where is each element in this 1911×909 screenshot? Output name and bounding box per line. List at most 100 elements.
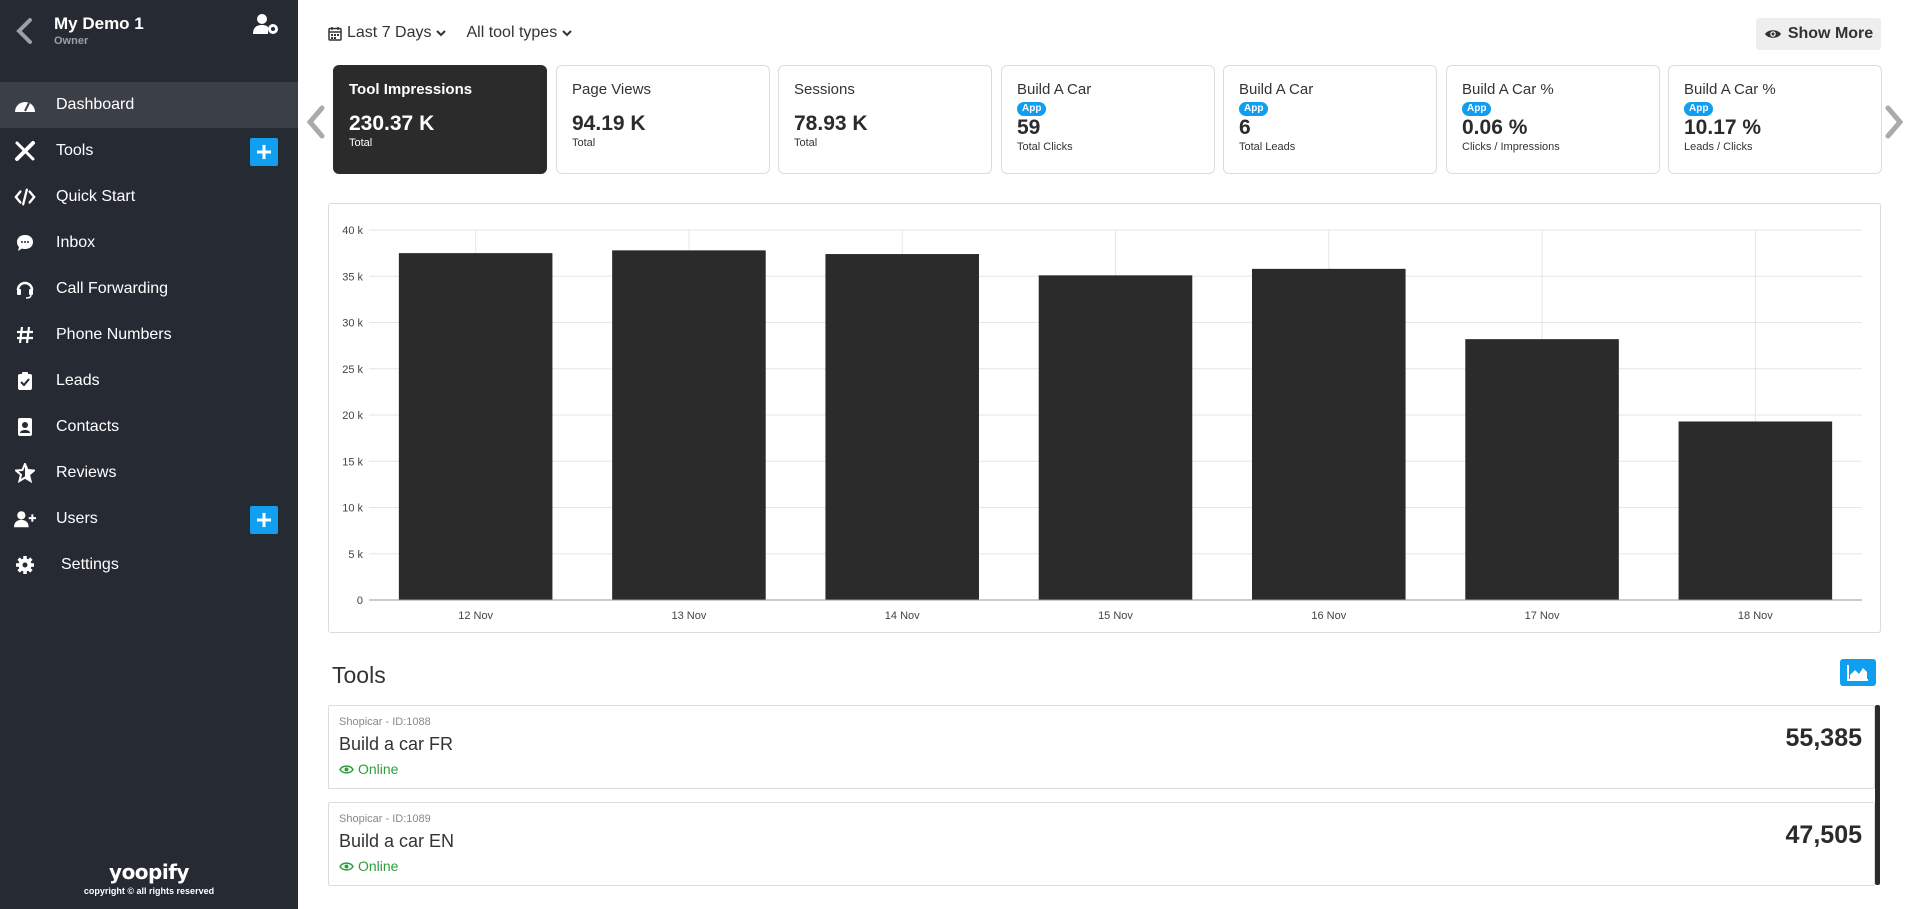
card-sublabel: Total	[572, 137, 596, 149]
tool-row[interactable]: Shopicar - ID:1088 Build a car FR Online 55…	[328, 705, 1875, 789]
x-tick-label: 16 Nov	[1311, 610, 1346, 622]
show-more-button[interactable]: Show More	[1756, 18, 1881, 50]
tool-meta: Shopicar - ID:1089	[339, 813, 431, 825]
metric-card[interactable]: Build A Car App 59 Total Clicks	[1001, 65, 1215, 174]
tool-name: Build a car EN	[339, 831, 455, 851]
card-sublabel: Clicks / Impressions	[1462, 141, 1560, 153]
carousel-prev-icon[interactable]	[306, 104, 326, 140]
tool-name: Build a car FR	[339, 734, 454, 754]
contact-book-icon	[14, 416, 36, 438]
sidebar-item-phone-numbers[interactable]: Phone Numbers	[0, 312, 298, 358]
app-badge: App	[1239, 102, 1269, 116]
user-settings-icon[interactable]	[252, 12, 280, 36]
date-range-dropdown[interactable]: Last 7 Days	[328, 24, 447, 42]
card-value: 230.37 K	[349, 112, 435, 135]
card-sublabel: Total Leads	[1239, 141, 1296, 153]
sms-icon	[14, 232, 36, 254]
metric-card[interactable]: Build A Car % App 0.06 % Clicks / Impressio…	[1446, 65, 1660, 174]
metric-card[interactable]: Sessions 78.93 K Total	[778, 65, 992, 174]
card-value: 78.93 K	[794, 112, 868, 135]
hashtag-icon	[14, 324, 36, 346]
sidebar-item-quick-start[interactable]: Quick Start	[0, 174, 298, 220]
metric-card[interactable]: Build A Car App 6 Total Leads	[1223, 65, 1437, 174]
sidebar-item-settings[interactable]: Settings	[0, 542, 298, 588]
back-arrow-icon[interactable]	[14, 18, 36, 44]
metric-card[interactable]: Tool Impressions 230.37 K Total	[333, 65, 547, 174]
sidebar-item-label: Tools	[56, 142, 94, 159]
card-sublabel: Total	[349, 137, 373, 149]
main-content: Last 7 Days All tool types Show More Too…	[298, 0, 1911, 909]
y-tick-label: 35 k	[342, 271, 363, 283]
y-tick-label: 15 k	[342, 456, 363, 468]
filters-bar: Last 7 Days All tool types	[328, 24, 572, 42]
card-label: Build A Car %	[1684, 81, 1776, 98]
sidebar-item-dashboard[interactable]: Dashboard	[0, 82, 298, 128]
clipboard-check-icon	[14, 370, 36, 392]
y-tick-label: 40 k	[342, 225, 363, 237]
account-name: My Demo 1	[54, 14, 144, 33]
x-tick-label: 12 Nov	[458, 610, 493, 622]
y-tick-label: 30 k	[342, 318, 363, 330]
app-badge: App	[1462, 102, 1492, 116]
scrollbar-thumb[interactable]	[1875, 705, 1880, 885]
tool-type-label: All tool types	[466, 24, 558, 41]
tool-status: Online	[339, 858, 398, 874]
sidebar-item-tools[interactable]: Tools	[0, 128, 298, 174]
gear-icon	[14, 554, 36, 576]
eye-icon	[339, 764, 354, 774]
y-tick-label: 0	[357, 595, 363, 607]
y-tick-label: 5 k	[348, 549, 363, 561]
card-value: 0.06 %	[1462, 116, 1528, 139]
sidebar-item-reviews[interactable]: Reviews	[0, 450, 298, 496]
card-sublabel: Total	[794, 137, 818, 149]
sidebar-item-label: Inbox	[56, 234, 96, 251]
add-user-button[interactable]	[250, 506, 278, 534]
yoopify-logo: yoopify	[109, 860, 189, 884]
sidebar-item-label: Reviews	[56, 464, 117, 481]
eye-icon	[339, 861, 354, 871]
sidebar-item-label: Phone Numbers	[56, 326, 172, 343]
chevron-down-icon	[436, 30, 447, 37]
chart-toggle-button[interactable]	[1840, 659, 1876, 686]
card-label: Build A Car	[1239, 81, 1314, 98]
tool-status-label: Online	[358, 858, 399, 874]
user-plus-icon	[14, 508, 36, 530]
card-value: 94.19 K	[572, 112, 646, 135]
sidebar-item-inbox[interactable]: Inbox	[0, 220, 298, 266]
app-badge: App	[1684, 102, 1714, 116]
tools-section-title: Tools	[332, 662, 386, 688]
y-tick-label: 10 k	[342, 503, 363, 515]
bar	[1038, 275, 1193, 600]
sidebar-item-leads[interactable]: Leads	[0, 358, 298, 404]
bar	[1252, 268, 1406, 600]
sidebar-item-call-forwarding[interactable]: Call Forwarding	[0, 266, 298, 312]
card-label: Sessions	[794, 81, 855, 98]
carousel-next-icon[interactable]	[1884, 104, 1904, 140]
star-icon	[14, 462, 36, 484]
sidebar: My Demo 1 Owner Dashboard Tools Quick St…	[0, 0, 298, 909]
sidebar-nav: Dashboard Tools Quick Start Inbox Call F…	[0, 82, 298, 588]
card-label: Build A Car	[1017, 81, 1092, 98]
card-label: Page Views	[572, 81, 651, 98]
metric-card[interactable]: Build A Car % App 10.17 % Leads / Clicks	[1668, 65, 1882, 174]
card-label: Build A Car %	[1462, 81, 1554, 98]
bar	[1465, 339, 1619, 600]
card-sublabel: Total Clicks	[1017, 141, 1073, 153]
bar	[1678, 421, 1833, 600]
sidebar-item-label: Call Forwarding	[56, 280, 169, 297]
chevron-down-icon	[562, 30, 572, 37]
tools-icon	[14, 140, 36, 162]
add-tool-button[interactable]	[250, 138, 278, 166]
impressions-chart: 0 5 k 10 k 15 k 20 k 25 k 30 k 35 k 40 k 12 Nov 13…	[328, 203, 1881, 633]
sidebar-item-contacts[interactable]: Contacts	[0, 404, 298, 450]
tool-type-dropdown[interactable]: All tool types	[466, 24, 572, 42]
card-label: Tool Impressions	[349, 81, 473, 98]
metric-card[interactable]: Page Views 94.19 K Total	[556, 65, 770, 174]
tool-row[interactable]: Shopicar - ID:1089 Build a car EN Online 47…	[328, 802, 1875, 886]
app-badge: App	[1017, 102, 1047, 116]
sidebar-item-label: Contacts	[56, 418, 120, 435]
sidebar-item-users[interactable]: Users	[0, 496, 298, 542]
tool-status-label: Online	[358, 761, 399, 777]
sidebar-item-label: Dashboard	[56, 96, 135, 113]
eye-icon	[1764, 30, 1781, 38]
